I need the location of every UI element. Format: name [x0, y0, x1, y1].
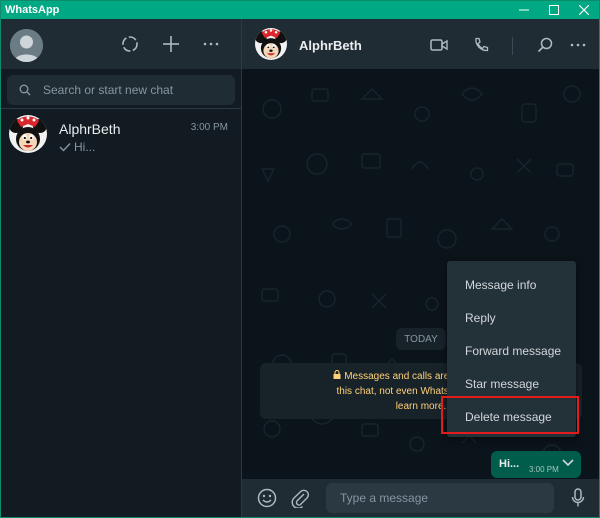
highlight-box [441, 396, 579, 434]
message-text: Hi... [499, 458, 520, 470]
close-button[interactable] [569, 1, 599, 19]
menu-button[interactable] [200, 33, 222, 55]
chevron-down-icon[interactable] [561, 456, 575, 470]
voice-message-button[interactable] [567, 487, 589, 509]
maximize-icon [549, 5, 559, 15]
more-horizontal-icon [203, 42, 219, 46]
chat-preview-text: Hi... [74, 140, 96, 154]
more-horizontal-icon [570, 43, 586, 47]
menu-item-reply[interactable]: Reply [447, 302, 576, 335]
minimize-icon [519, 9, 529, 11]
window-title: WhatsApp [5, 4, 60, 16]
status-icon [122, 36, 138, 52]
voice-call-button[interactable] [470, 34, 492, 56]
minimize-button[interactable] [509, 1, 539, 19]
user-silhouette-icon [10, 29, 43, 62]
my-avatar[interactable] [10, 29, 43, 62]
search-box [7, 75, 235, 105]
new-chat-button[interactable] [160, 33, 182, 55]
maximize-button[interactable] [539, 1, 569, 19]
conversation-menu-button[interactable] [567, 34, 589, 56]
left-header [1, 19, 241, 69]
emoji-button[interactable] [256, 487, 278, 509]
lock-icon [333, 369, 341, 384]
search-messages-button[interactable] [534, 34, 556, 56]
chat-time: 3:00 PM [190, 122, 228, 133]
paperclip-icon [291, 489, 309, 508]
divider [1, 108, 241, 109]
whatsapp-window: WhatsApp Search or start new chat AlphrB… [0, 0, 600, 518]
header-divider [512, 37, 513, 55]
contact-name[interactable]: AlphrBeth [299, 38, 362, 53]
video-camera-icon [430, 39, 448, 51]
outgoing-message[interactable]: Hi... 3:00 PM [491, 451, 581, 478]
title-bar: WhatsApp [1, 1, 599, 19]
chat-preview: Hi... [59, 140, 95, 154]
search-input[interactable] [43, 83, 235, 97]
minnie-avatar-icon [255, 28, 287, 60]
chat-list-item[interactable]: AlphrBeth 3:00 PM Hi... [1, 115, 241, 165]
message-time: 3:00 PM [529, 465, 559, 474]
microphone-icon [571, 488, 585, 507]
emoji-icon [257, 488, 277, 508]
search-icon [7, 84, 43, 96]
video-call-button[interactable] [428, 34, 450, 56]
phone-icon [475, 37, 489, 52]
menu-item-message-info[interactable]: Message info [447, 269, 576, 302]
contact-avatar [9, 115, 47, 153]
attach-button[interactable] [289, 487, 311, 509]
plus-icon [163, 36, 179, 52]
conversation-header: AlphrBeth [242, 19, 599, 69]
search-icon [537, 37, 553, 53]
checkmark-icon [59, 143, 71, 152]
date-divider: TODAY [396, 328, 446, 350]
close-icon [579, 5, 589, 15]
minnie-avatar-icon [9, 115, 47, 153]
message-composer [242, 479, 599, 517]
menu-item-forward-message[interactable]: Forward message [447, 335, 576, 368]
chat-name: AlphrBeth [59, 121, 121, 137]
contact-header-avatar[interactable] [255, 28, 287, 60]
left-panel: AlphrBeth 3:00 PM Hi... [1, 19, 242, 517]
status-button[interactable] [119, 33, 141, 55]
message-input[interactable] [326, 483, 554, 513]
